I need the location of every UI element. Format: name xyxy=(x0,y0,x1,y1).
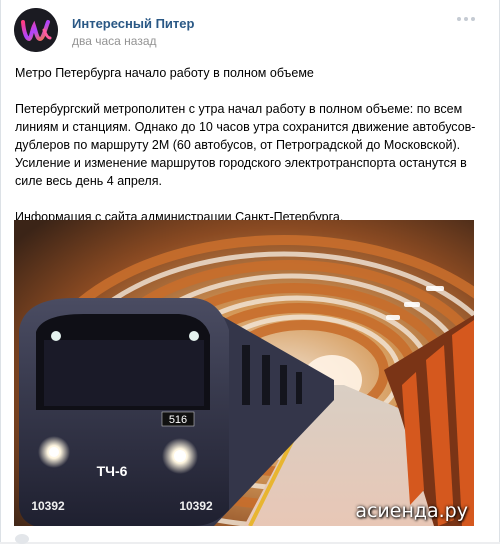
community-avatar[interactable] xyxy=(14,8,58,52)
car-number-left: 10392 xyxy=(31,499,65,513)
post-card: Интересный Питер два часа назад Метро Пе… xyxy=(0,0,500,544)
car-number-right: 10392 xyxy=(179,499,213,513)
train-label: ТЧ-6 xyxy=(97,463,128,479)
post-author-link[interactable]: Интересный Питер xyxy=(72,16,194,31)
route-number: 516 xyxy=(169,414,187,426)
community-logo-icon xyxy=(14,8,58,52)
post-headline: Метро Петербурга начало работу в полном … xyxy=(15,66,314,80)
metro-station-photo: 516 ТЧ-6 10392 10392 xyxy=(14,220,474,526)
post-photo[interactable]: 516 ТЧ-6 10392 10392 асиенда.ру xyxy=(14,220,474,526)
post-timestamp[interactable]: два часа назад xyxy=(72,34,157,48)
more-dots-icon[interactable] xyxy=(453,12,479,26)
like-icon[interactable] xyxy=(15,534,29,544)
post-text: Метро Петербурга начало работу в полном … xyxy=(15,64,485,244)
watermark: асиенда.ру xyxy=(355,500,468,522)
post-body: Петербургский метрополитен с утра начал … xyxy=(15,102,476,188)
